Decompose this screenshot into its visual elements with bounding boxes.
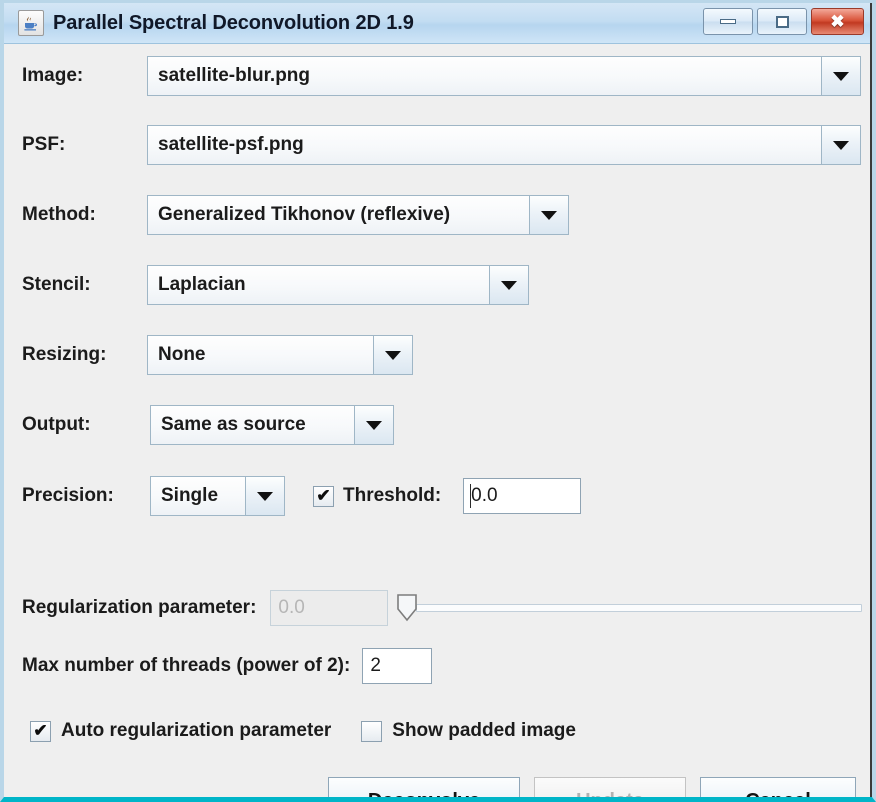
precision-combo-value: Single	[161, 485, 219, 506]
threshold-input[interactable]: 0.0	[463, 478, 582, 514]
threads-input[interactable]: 2	[362, 648, 433, 684]
row-precision: Precision: Single ✔ Threshold: 0.0	[22, 476, 582, 516]
cancel-button-label: Cancel	[745, 789, 811, 802]
maximize-icon	[775, 15, 789, 28]
auto-regularization-label: Auto regularization parameter	[61, 720, 332, 741]
precision-label: Precision:	[22, 485, 114, 506]
row-image: Image: satellite-blur.png	[22, 56, 862, 96]
resizing-combo-arrow[interactable]	[373, 336, 412, 374]
psf-combo-arrow[interactable]	[821, 126, 860, 164]
chevron-down-icon	[385, 350, 401, 360]
row-method: Method: Generalized Tikhonov (reflexive)	[22, 195, 569, 235]
check-icon: ✔	[33, 720, 48, 740]
cancel-button[interactable]: Cancel	[700, 777, 856, 802]
precision-combo[interactable]: Single	[150, 476, 285, 516]
regularization-input[interactable]: 0.0	[270, 590, 389, 626]
slider-thumb[interactable]	[396, 594, 418, 622]
psf-combo-value: satellite-psf.png	[158, 134, 304, 155]
row-psf: PSF: satellite-psf.png	[22, 125, 862, 165]
chevron-down-icon	[366, 420, 382, 430]
slider-track[interactable]	[416, 604, 862, 612]
title-bar[interactable]: Parallel Spectral Deconvolution 2D 1.9 ✖	[4, 3, 872, 44]
maximize-button[interactable]	[757, 8, 807, 35]
method-label: Method:	[22, 204, 96, 225]
row-threads: Max number of threads (power of 2): 2	[22, 648, 433, 684]
dialog-content: Image: satellite-blur.png PSF: satellite…	[4, 44, 872, 802]
chevron-down-icon	[541, 210, 557, 220]
method-combo-arrow[interactable]	[529, 196, 568, 234]
regularization-slider[interactable]	[396, 593, 862, 623]
regularization-value: 0.0	[278, 597, 305, 618]
check-icon: ✔	[316, 485, 331, 505]
deconvolve-button[interactable]: Deconvolve	[328, 777, 520, 802]
output-combo-value: Same as source	[161, 414, 306, 435]
deconvolve-button-label: Deconvolve	[367, 789, 481, 802]
row-resizing: Resizing: None	[22, 335, 413, 375]
method-combo-value: Generalized Tikhonov (reflexive)	[158, 204, 451, 225]
stencil-combo[interactable]: Laplacian	[147, 265, 529, 305]
auto-regularization-checkbox[interactable]: ✔	[30, 720, 51, 742]
precision-combo-arrow[interactable]	[245, 477, 284, 515]
image-combo-value: satellite-blur.png	[158, 65, 311, 86]
minimize-button[interactable]	[703, 8, 753, 35]
java-coffee-cup-icon	[18, 10, 44, 36]
close-button[interactable]: ✖	[811, 8, 864, 35]
image-combo-arrow[interactable]	[821, 57, 860, 95]
row-output: Output: Same as source	[22, 405, 394, 445]
threads-label: Max number of threads (power of 2):	[22, 655, 351, 676]
psf-label: PSF:	[22, 134, 66, 155]
resizing-combo-value: None	[158, 344, 206, 365]
output-combo[interactable]: Same as source	[150, 405, 394, 445]
minimize-icon	[720, 19, 736, 24]
row-checkboxes: ✔ Auto regularization parameter Show pad…	[30, 720, 576, 742]
psf-combo[interactable]: satellite-psf.png	[147, 125, 861, 165]
stencil-combo-arrow[interactable]	[489, 266, 528, 304]
chevron-down-icon	[257, 491, 273, 501]
image-label: Image:	[22, 65, 84, 86]
chevron-down-icon	[501, 280, 517, 290]
output-label: Output:	[22, 414, 91, 435]
application-window: Parallel Spectral Deconvolution 2D 1.9 ✖…	[0, 0, 876, 802]
method-combo[interactable]: Generalized Tikhonov (reflexive)	[147, 195, 569, 235]
dialog-button-bar: Deconvolve Update Cancel	[328, 777, 856, 802]
window-title: Parallel Spectral Deconvolution 2D 1.9	[53, 11, 414, 34]
image-combo[interactable]: satellite-blur.png	[147, 56, 861, 96]
regularization-label: Regularization parameter:	[22, 597, 257, 618]
threshold-value: 0.0	[471, 485, 498, 506]
output-combo-arrow[interactable]	[354, 406, 393, 444]
update-button: Update	[534, 777, 686, 802]
resizing-combo[interactable]: None	[147, 335, 413, 375]
show-padded-image-checkbox[interactable]	[361, 720, 383, 742]
show-padded-image-label: Show padded image	[392, 720, 576, 741]
row-stencil: Stencil: Laplacian	[22, 265, 529, 305]
update-button-label: Update	[576, 789, 644, 802]
chevron-down-icon	[833, 140, 849, 150]
resizing-label: Resizing:	[22, 344, 107, 365]
stencil-combo-value: Laplacian	[158, 274, 246, 295]
chevron-down-icon	[833, 71, 849, 81]
threads-value: 2	[370, 655, 381, 676]
close-icon: ✖	[830, 12, 845, 31]
threshold-checkbox[interactable]: ✔	[313, 485, 334, 507]
stencil-label: Stencil:	[22, 274, 91, 295]
window-controls: ✖	[703, 8, 864, 35]
threshold-label: Threshold:	[343, 485, 442, 506]
row-regularization: Regularization parameter: 0.0	[22, 590, 862, 626]
